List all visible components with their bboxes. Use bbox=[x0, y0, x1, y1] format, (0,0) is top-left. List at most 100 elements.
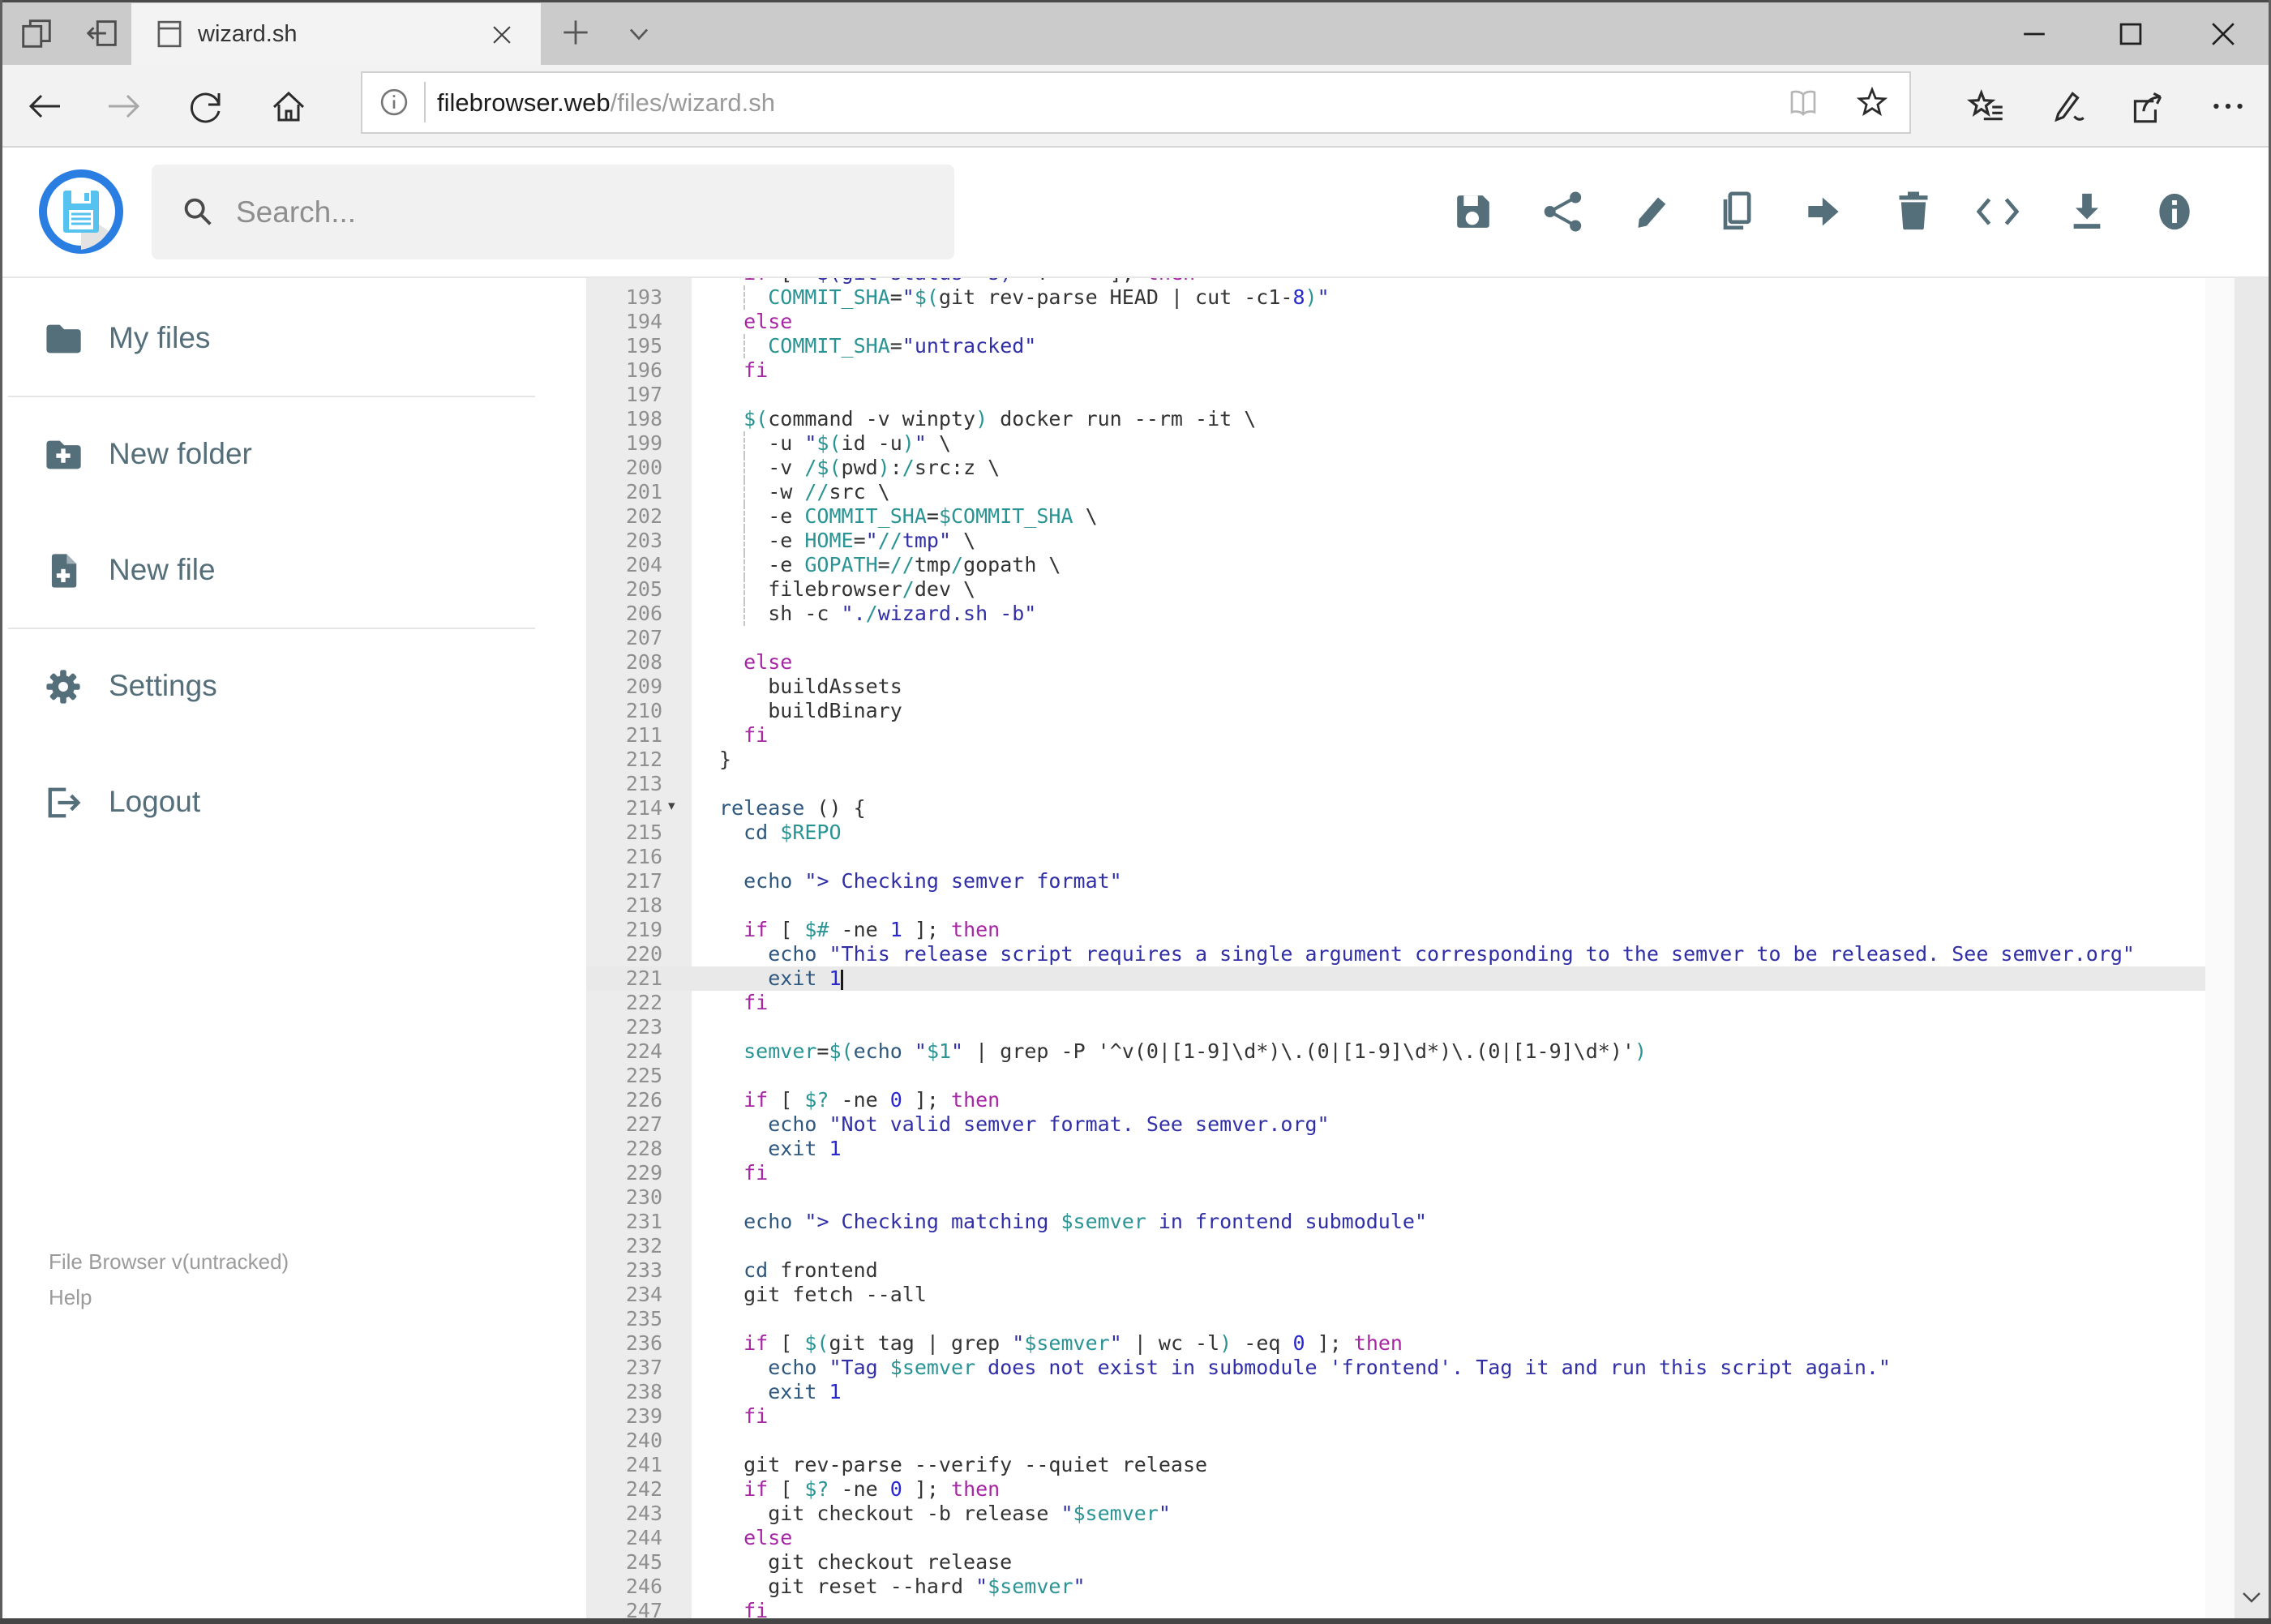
code-line-222[interactable]: 222 fi bbox=[586, 991, 2205, 1015]
code-line-203[interactable]: 203 -e HOME="//tmp" \ bbox=[586, 529, 2205, 553]
close-window-button[interactable] bbox=[2205, 16, 2241, 52]
code-line-237[interactable]: 237 echo "Tag $semver does not exist in … bbox=[586, 1356, 2205, 1380]
code-line-204[interactable]: 204 -e GOPATH=//tmp/gopath \ bbox=[586, 553, 2205, 577]
search-box[interactable]: Search... bbox=[152, 165, 954, 259]
filebrowser-logo[interactable] bbox=[39, 169, 123, 254]
home-icon[interactable] bbox=[269, 87, 308, 126]
code-line-196[interactable]: 196 fi bbox=[586, 358, 2205, 383]
code-line-195[interactable]: 195 COMMIT_SHA="untracked" bbox=[586, 334, 2205, 358]
code-line-247[interactable]: 247 fi bbox=[586, 1599, 2205, 1618]
new-tab-icon[interactable] bbox=[558, 15, 593, 50]
code-line-221[interactable]: 221 exit 1 bbox=[586, 966, 2205, 991]
code-line-225[interactable]: 225 bbox=[586, 1064, 2205, 1088]
code-line-201[interactable]: 201 -w //src \ bbox=[586, 480, 2205, 504]
refresh-icon[interactable] bbox=[186, 87, 225, 126]
code-line-217[interactable]: 217 echo "> Checking semver format" bbox=[586, 869, 2205, 893]
help-link[interactable]: Help bbox=[49, 1285, 92, 1310]
info-icon[interactable] bbox=[2152, 189, 2197, 234]
code-line-229[interactable]: 229 fi bbox=[586, 1161, 2205, 1185]
share-icon[interactable] bbox=[1540, 189, 1586, 234]
fold-marker-icon[interactable]: ▾ bbox=[668, 798, 675, 814]
site-info-icon[interactable] bbox=[377, 85, 411, 119]
code-editor[interactable]: if [ "$(git status -s)" != "" ]; then193… bbox=[586, 276, 2205, 1618]
code-line-228[interactable]: 228 exit 1 bbox=[586, 1137, 2205, 1161]
set-tabs-aside-icon[interactable] bbox=[84, 15, 122, 52]
code-line-246[interactable]: 246 git reset --hard "$semver" bbox=[586, 1575, 2205, 1599]
sidebar-item-new-folder[interactable]: New folder bbox=[0, 415, 586, 493]
maximize-button[interactable] bbox=[2113, 16, 2149, 52]
code-line-193[interactable]: 193 COMMIT_SHA="$(git rev-parse HEAD | c… bbox=[586, 285, 2205, 310]
tab-preview-icon[interactable] bbox=[18, 15, 55, 52]
address-bar[interactable]: filebrowser.web/files/wizard.sh bbox=[361, 71, 1911, 134]
code-line-199[interactable]: 199 -u "$(id -u)" \ bbox=[586, 431, 2205, 456]
code-line-220[interactable]: 220 echo "This release script requires a… bbox=[586, 942, 2205, 966]
address-url[interactable]: filebrowser.web/files/wizard.sh bbox=[437, 73, 775, 132]
code-line-207[interactable]: 207 bbox=[586, 626, 2205, 650]
code-line-243[interactable]: 243 git checkout -b release "$semver" bbox=[586, 1502, 2205, 1526]
forward-icon[interactable] bbox=[105, 87, 144, 126]
minimize-button[interactable] bbox=[2016, 16, 2052, 52]
code-line-206[interactable]: 206 sh -c "./wizard.sh -b" bbox=[586, 602, 2205, 626]
code-line-197[interactable]: 197 bbox=[586, 383, 2205, 407]
sidebar-item-settings[interactable]: Settings bbox=[0, 647, 586, 725]
code-line-235[interactable]: 235 bbox=[586, 1307, 2205, 1331]
sidebar-item-new-file[interactable]: New file bbox=[0, 531, 586, 609]
code-line-230[interactable]: 230 bbox=[586, 1185, 2205, 1210]
annotate-pen-icon[interactable] bbox=[2046, 86, 2087, 126]
hub-favorites-icon[interactable] bbox=[1967, 86, 2007, 126]
code-line-231[interactable]: 231 echo "> Checking matching $semver in… bbox=[586, 1210, 2205, 1234]
sidebar-item-logout[interactable]: Logout bbox=[0, 763, 586, 841]
code-line-242[interactable]: 242 if [ $? -ne 0 ]; then bbox=[586, 1477, 2205, 1502]
reading-view-icon[interactable] bbox=[1786, 86, 1820, 120]
save-icon[interactable] bbox=[1450, 189, 1496, 234]
sidebar-item-my-files[interactable]: My files bbox=[0, 299, 586, 377]
scroll-down-icon[interactable] bbox=[2239, 1585, 2264, 1609]
code-line-236[interactable]: 236 if [ $(git tag | grep "$semver" | wc… bbox=[586, 1331, 2205, 1356]
address-divider bbox=[424, 82, 426, 122]
page-scrollbar[interactable] bbox=[2235, 150, 2269, 1618]
code-line-202[interactable]: 202 -e COMMIT_SHA=$COMMIT_SHA \ bbox=[586, 504, 2205, 529]
code-line-232[interactable]: 232 bbox=[586, 1234, 2205, 1258]
code-line-226[interactable]: 226 if [ $? -ne 0 ]; then bbox=[586, 1088, 2205, 1112]
edit-pencil-icon[interactable] bbox=[1630, 189, 1675, 234]
code-line-210[interactable]: 210 buildBinary bbox=[586, 699, 2205, 723]
code-line-227[interactable]: 227 echo "Not valid semver format. See s… bbox=[586, 1112, 2205, 1137]
code-line-216[interactable]: 216 bbox=[586, 845, 2205, 869]
close-tab-icon[interactable] bbox=[488, 21, 516, 49]
code-line-223[interactable]: 223 bbox=[586, 1015, 2205, 1039]
code-line-240[interactable]: 240 bbox=[586, 1429, 2205, 1453]
code-line-205[interactable]: 205 filebrowser/dev \ bbox=[586, 577, 2205, 602]
line-number: 193 bbox=[625, 285, 662, 309]
code-line-208[interactable]: 208 else bbox=[586, 650, 2205, 675]
code-line-219[interactable]: 219 if [ $# -ne 1 ]; then bbox=[586, 918, 2205, 942]
tab-list-chevron-icon[interactable] bbox=[621, 16, 657, 52]
code-line-200[interactable]: 200 -v /$(pwd):/src:z \ bbox=[586, 456, 2205, 480]
move-arrow-icon[interactable] bbox=[1801, 189, 1846, 234]
code-line-218[interactable]: 218 bbox=[586, 893, 2205, 918]
more-options-icon[interactable] bbox=[2208, 86, 2248, 126]
back-icon[interactable] bbox=[24, 87, 63, 126]
code-line-244[interactable]: 244 else bbox=[586, 1526, 2205, 1550]
code-line-224[interactable]: 224 semver=$(echo "$1" | grep -P '^v(0|[… bbox=[586, 1039, 2205, 1064]
code-line-238[interactable]: 238 exit 1 bbox=[586, 1380, 2205, 1404]
code-line-194[interactable]: 194 else bbox=[586, 310, 2205, 334]
code-line-241[interactable]: 241 git rev-parse --verify --quiet relea… bbox=[586, 1453, 2205, 1477]
code-line-209[interactable]: 209 buildAssets bbox=[586, 675, 2205, 699]
code-brackets-icon[interactable] bbox=[1975, 189, 2020, 234]
code-line-213[interactable]: 213 bbox=[586, 772, 2205, 796]
copy-icon[interactable] bbox=[1714, 189, 1759, 234]
browser-tab-wizard-sh[interactable]: wizard.sh bbox=[131, 3, 541, 65]
code-line-214[interactable]: 214 ▾ release () { bbox=[586, 796, 2205, 821]
code-line-212[interactable]: 212} bbox=[586, 748, 2205, 772]
code-line-245[interactable]: 245 git checkout release bbox=[586, 1550, 2205, 1575]
download-icon[interactable] bbox=[2064, 189, 2110, 234]
code-line-234[interactable]: 234 git fetch --all bbox=[586, 1283, 2205, 1307]
delete-trash-icon[interactable] bbox=[1891, 189, 1936, 234]
code-line-215[interactable]: 215 cd $REPO bbox=[586, 821, 2205, 845]
favorite-star-icon[interactable] bbox=[1854, 85, 1890, 121]
code-line-211[interactable]: 211 fi bbox=[586, 723, 2205, 748]
code-line-239[interactable]: 239 fi bbox=[586, 1404, 2205, 1429]
share-icon[interactable] bbox=[2127, 86, 2167, 126]
code-line-198[interactable]: 198 $(command -v winpty) docker run --rm… bbox=[586, 407, 2205, 431]
code-line-233[interactable]: 233 cd frontend bbox=[586, 1258, 2205, 1283]
